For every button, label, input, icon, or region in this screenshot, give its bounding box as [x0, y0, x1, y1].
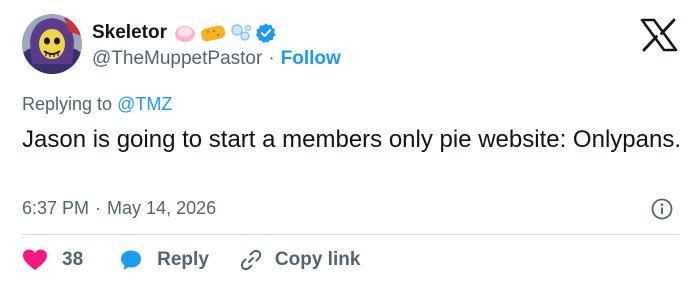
heart-icon [23, 249, 47, 270]
author-display-name[interactable]: Skeletor [92, 22, 167, 44]
reply-context-prefix: Replying to [22, 94, 113, 114]
tweet-meta: 6:37 PM · May 14, 2026 [22, 198, 216, 219]
speech-bubble-icon [121, 250, 142, 270]
reply-label: Reply [157, 249, 209, 270]
sponge-emoji [200, 25, 226, 42]
like-button[interactable]: 38 [22, 248, 83, 272]
reply-button[interactable]: Reply [119, 248, 209, 272]
soap-dish-emoji [174, 26, 195, 42]
avatar[interactable] [22, 14, 82, 74]
divider [22, 234, 679, 235]
author-name-row: Skeletor [92, 20, 277, 46]
name-emojis [173, 22, 277, 44]
tweet-date[interactable]: May 14, 2026 [107, 198, 216, 219]
copy-link-label: Copy link [274, 249, 361, 270]
tweet-card: Skeletor @TheMuppetPastor · Follow Reply… [0, 0, 700, 287]
like-count: 38 [62, 249, 84, 270]
reply-context: Replying to @TMZ [22, 94, 172, 115]
tweet-time[interactable]: 6:37 PM [22, 198, 89, 219]
verified-badge-icon [255, 23, 276, 44]
copy-link-button[interactable]: Copy link [239, 248, 361, 272]
separator-dot: · [268, 48, 275, 69]
author-handle[interactable]: @TheMuppetPastor [92, 48, 262, 70]
action-bar: 38 Reply Copy link [22, 246, 360, 274]
tweet-text: Jason is going to start a members only p… [22, 126, 681, 153]
info-icon[interactable] [650, 197, 674, 221]
bubbles-emoji [231, 24, 251, 41]
x-logo-icon[interactable] [640, 18, 678, 52]
author-handle-row: @TheMuppetPastor · Follow [92, 46, 341, 72]
meta-separator: · [95, 198, 102, 218]
follow-button[interactable]: Follow [281, 48, 341, 70]
reply-context-mention[interactable]: @TMZ [117, 94, 172, 114]
link-icon [240, 249, 261, 271]
